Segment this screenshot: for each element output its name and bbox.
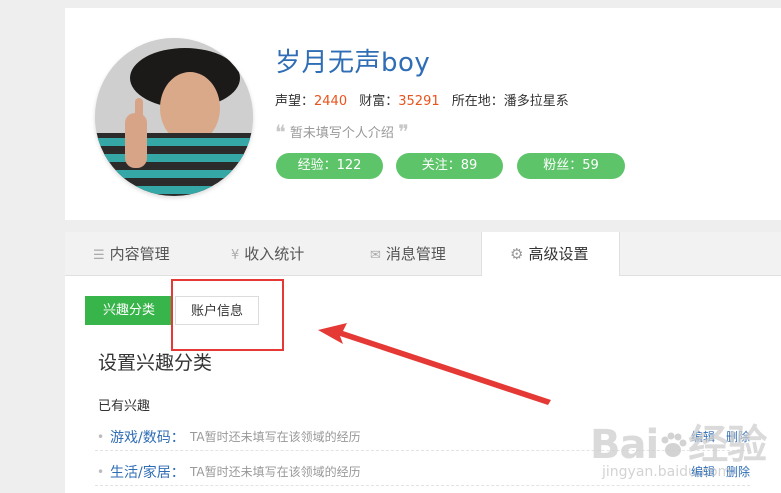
watermark-logo-left: Bai	[590, 422, 659, 468]
baidu-jingyan-watermark: Bai 经验 jingyan.baidu.com	[590, 412, 780, 492]
paw-icon	[661, 432, 687, 457]
watermark-url: jingyan.baidu.com	[602, 464, 732, 480]
page: 岁月无声boy 声望：2440 财富：35291 所在地：潘多拉星系 ❝ 暂未填…	[0, 0, 781, 493]
watermark-logo-right: 经验	[688, 422, 767, 468]
watermark-logo: Bai 经验	[590, 412, 767, 470]
